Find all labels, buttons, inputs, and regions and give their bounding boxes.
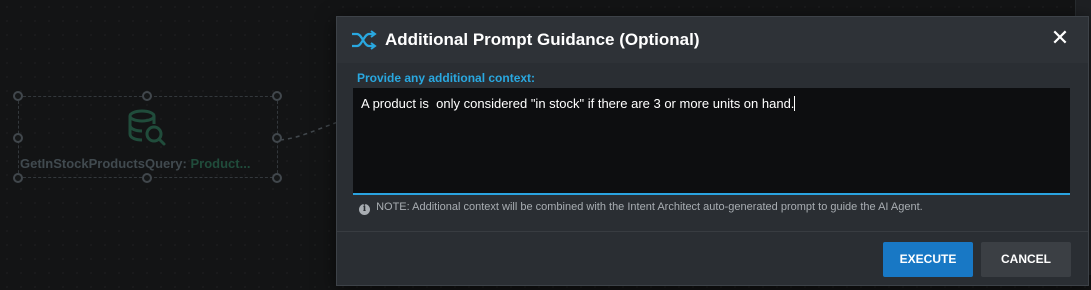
additional-context-textarea[interactable]: A product is only considered "in stock" …: [353, 88, 1070, 195]
dialog-body: Provide any additional context: A produc…: [337, 63, 1088, 231]
context-field-label: Provide any additional context:: [357, 71, 536, 85]
close-icon[interactable]: ✕: [1049, 27, 1071, 49]
dialog-footer: EXECUTE CANCEL: [337, 231, 1088, 285]
note-text-row: i NOTE: Additional context will be combi…: [359, 201, 923, 215]
execute-button[interactable]: EXECUTE: [883, 242, 973, 277]
prompt-guidance-dialog: Additional Prompt Guidance (Optional) ✕ …: [336, 16, 1089, 286]
note-text: NOTE: Additional context will be combine…: [376, 201, 923, 213]
dialog-title: Additional Prompt Guidance (Optional): [385, 30, 700, 49]
dialog-header: Additional Prompt Guidance (Optional) ✕: [337, 17, 1088, 63]
textarea-value: A product is only considered "in stock" …: [361, 96, 795, 111]
info-icon: i: [359, 204, 370, 215]
cancel-button[interactable]: CANCEL: [981, 242, 1071, 277]
shuffle-icon: [352, 30, 377, 50]
text-cursor: [794, 96, 796, 111]
